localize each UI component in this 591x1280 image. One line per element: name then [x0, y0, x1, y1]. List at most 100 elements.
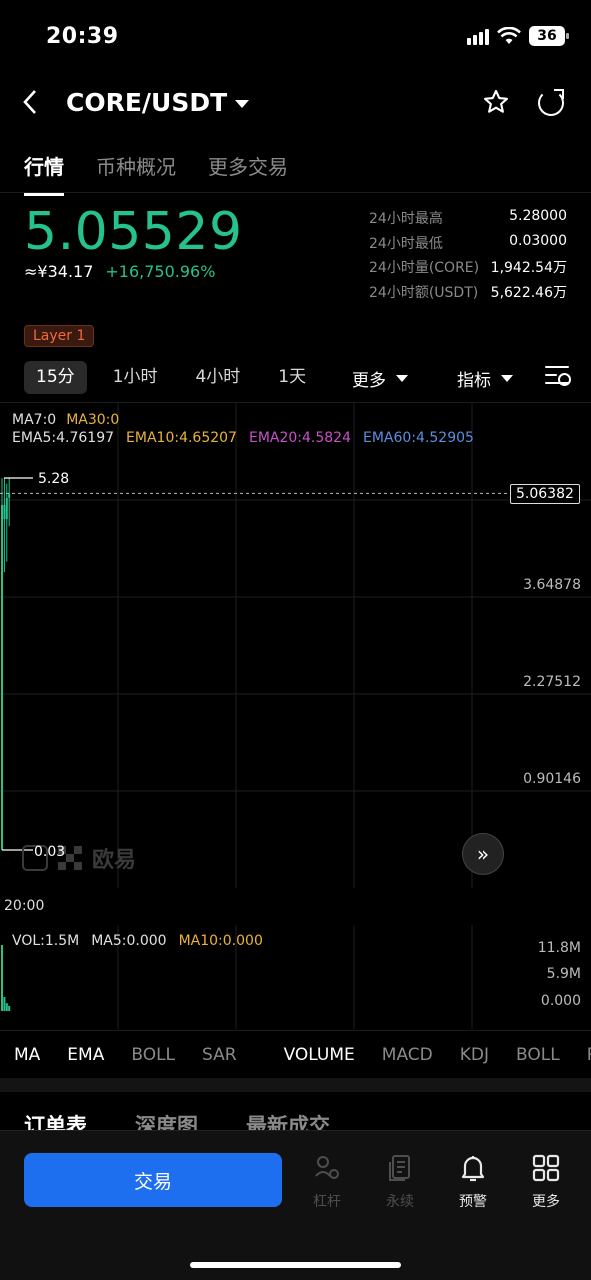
volume-bars	[1, 945, 11, 1011]
candle-body	[5, 497, 8, 520]
interval-4h[interactable]: 4小时	[183, 361, 252, 394]
stat-low: 24小时最低 0.03000	[369, 233, 567, 258]
ema-legend: EMA5:4.76197 EMA10:4.65207 EMA20:4.5824 …	[12, 430, 474, 446]
vol-axis-label: 11.8M	[537, 940, 581, 956]
refresh-icon[interactable]	[538, 89, 564, 116]
indicator-dropdown[interactable]: 指标	[457, 366, 513, 391]
indicator-toolbar: MA EMA BOLL SAR VOLUME MACD KDJ BOLL R	[0, 1030, 591, 1078]
cny-price: ≈¥34.17	[24, 262, 94, 281]
ema60-value: EMA60:4.52905	[363, 430, 474, 446]
divider	[0, 192, 591, 193]
indicator-macd[interactable]: MACD	[382, 1045, 433, 1065]
low-marker-label: 0.03	[34, 844, 66, 860]
grid-icon	[532, 1153, 560, 1183]
volume-legend: VOL:1.5M MA5:0.000 MA10:0.000	[12, 933, 263, 949]
indicator-rsi[interactable]: R	[587, 1045, 591, 1065]
nav-more-label: 更多	[532, 1194, 560, 1210]
nav-alert-label: 预警	[459, 1194, 487, 1210]
candle-body	[1, 504, 3, 850]
interval-more-label: 更多	[352, 371, 386, 391]
caret-down-icon	[501, 375, 513, 382]
indicator-kdj[interactable]: KDJ	[460, 1045, 489, 1065]
margin-icon	[313, 1153, 341, 1183]
volume-bar	[5, 1003, 8, 1011]
indicator-volume[interactable]: VOLUME	[284, 1045, 355, 1065]
trade-button[interactable]: 交易	[24, 1153, 282, 1207]
watermark-text: 欧易	[92, 848, 137, 873]
back-button[interactable]	[22, 88, 38, 122]
nav-margin[interactable]: 杠杆	[297, 1153, 357, 1211]
last-price: 5.05529	[24, 202, 243, 262]
24h-stats: 24小时最高 5.28000 24小时最低 0.03000 24小时量(CORE) 1…	[369, 208, 567, 306]
favorite-button[interactable]	[482, 88, 510, 122]
indicator-ma[interactable]: MA	[14, 1045, 40, 1065]
fast-forward-button[interactable]: »	[462, 833, 504, 875]
vol-ma5: MA5:0.000	[91, 933, 167, 949]
caret-down-icon	[235, 99, 250, 108]
section-divider	[0, 1078, 591, 1092]
interval-15m[interactable]: 15分	[24, 361, 87, 394]
pair-name: CORE/USDT	[66, 88, 228, 117]
interval-selector: 15分 1小时 4小时 1天	[24, 361, 318, 394]
perpetual-icon	[386, 1153, 414, 1183]
candlestick-chart[interactable]	[0, 403, 591, 888]
candles	[1, 478, 11, 850]
status-icons: 36	[467, 26, 569, 46]
ema10-value: EMA10:4.65207	[126, 430, 237, 446]
interval-1h[interactable]: 1小时	[101, 361, 170, 394]
chevron-left-icon	[23, 90, 36, 114]
vol-value: VOL:1.5M	[12, 933, 80, 949]
interval-1d[interactable]: 1天	[266, 361, 318, 394]
double-chevron-right-icon: »	[476, 842, 490, 866]
indicator-boll[interactable]: BOLL	[131, 1045, 175, 1065]
time-axis-label: 20:00	[4, 898, 45, 914]
ema20-value: EMA20:4.5824	[248, 430, 351, 446]
interval-more-dropdown[interactable]: 更多	[352, 366, 408, 391]
wifi-icon	[497, 27, 521, 44]
high-marker-label: 5.28	[38, 471, 70, 487]
chart-settings-icon[interactable]	[545, 366, 571, 386]
indicator-ema[interactable]: EMA	[67, 1045, 104, 1065]
indicator-sar[interactable]: SAR	[202, 1045, 237, 1065]
stat-value: 5,622.46万	[490, 284, 567, 301]
stat-turnover: 24小时额(USDT) 5,622.46万	[369, 282, 567, 307]
nav-perpetual[interactable]: 永续	[370, 1153, 430, 1211]
stat-label: 24小时最低	[369, 235, 443, 252]
candle-body	[3, 504, 6, 520]
tab-market[interactable]: 行情	[24, 151, 64, 196]
vol-axis-label: 5.9M	[546, 966, 581, 982]
nav-more[interactable]: 更多	[516, 1153, 576, 1211]
battery-icon: 36	[529, 26, 569, 46]
stat-value: 1,942.54万	[490, 260, 567, 276]
candle-body	[8, 493, 11, 498]
indicator-boll-sub[interactable]: BOLL	[516, 1045, 560, 1065]
vol-ma10: MA10:0.000	[178, 933, 263, 949]
tab-coin-overview[interactable]: 币种概况	[96, 151, 176, 196]
stat-label: 24小时量(CORE)	[369, 260, 480, 276]
tab-more-trading[interactable]: 更多交易	[208, 151, 288, 196]
indicator-label: 指标	[457, 371, 491, 391]
volume-bar	[1, 945, 3, 1011]
last-price-tag: 5.06382	[510, 484, 580, 504]
stat-label: 24小时最高	[369, 211, 443, 227]
vol-axis-label: 0.000	[540, 993, 581, 1009]
status-time: 20:39	[46, 24, 119, 49]
home-indicator	[190, 1262, 401, 1268]
nav-alert[interactable]: 预警	[443, 1153, 503, 1211]
stat-high: 24小时最高 5.28000	[369, 208, 567, 233]
stat-volume: 24小时量(CORE) 1,942.54万	[369, 257, 567, 282]
y-axis-label: 2.27512	[523, 674, 581, 690]
price-sub-info: ≈¥34.17 +16,750.96%	[24, 262, 215, 281]
star-icon	[483, 89, 509, 113]
pair-selector[interactable]: CORE/USDT	[66, 88, 250, 117]
category-tag[interactable]: Layer 1	[24, 325, 95, 347]
stat-value: 5.28000	[509, 208, 567, 224]
change-percent: +16,750.96%	[105, 262, 216, 281]
chart-grid	[0, 403, 591, 888]
ma7-value: MA7:0	[12, 412, 57, 428]
y-axis-label: 3.64878	[523, 577, 581, 593]
ema5-value: EMA5:4.76197	[12, 430, 115, 446]
nav-margin-label: 杠杆	[313, 1194, 341, 1210]
caret-down-icon	[396, 375, 408, 382]
ma30-value: MA30:0	[66, 412, 120, 428]
